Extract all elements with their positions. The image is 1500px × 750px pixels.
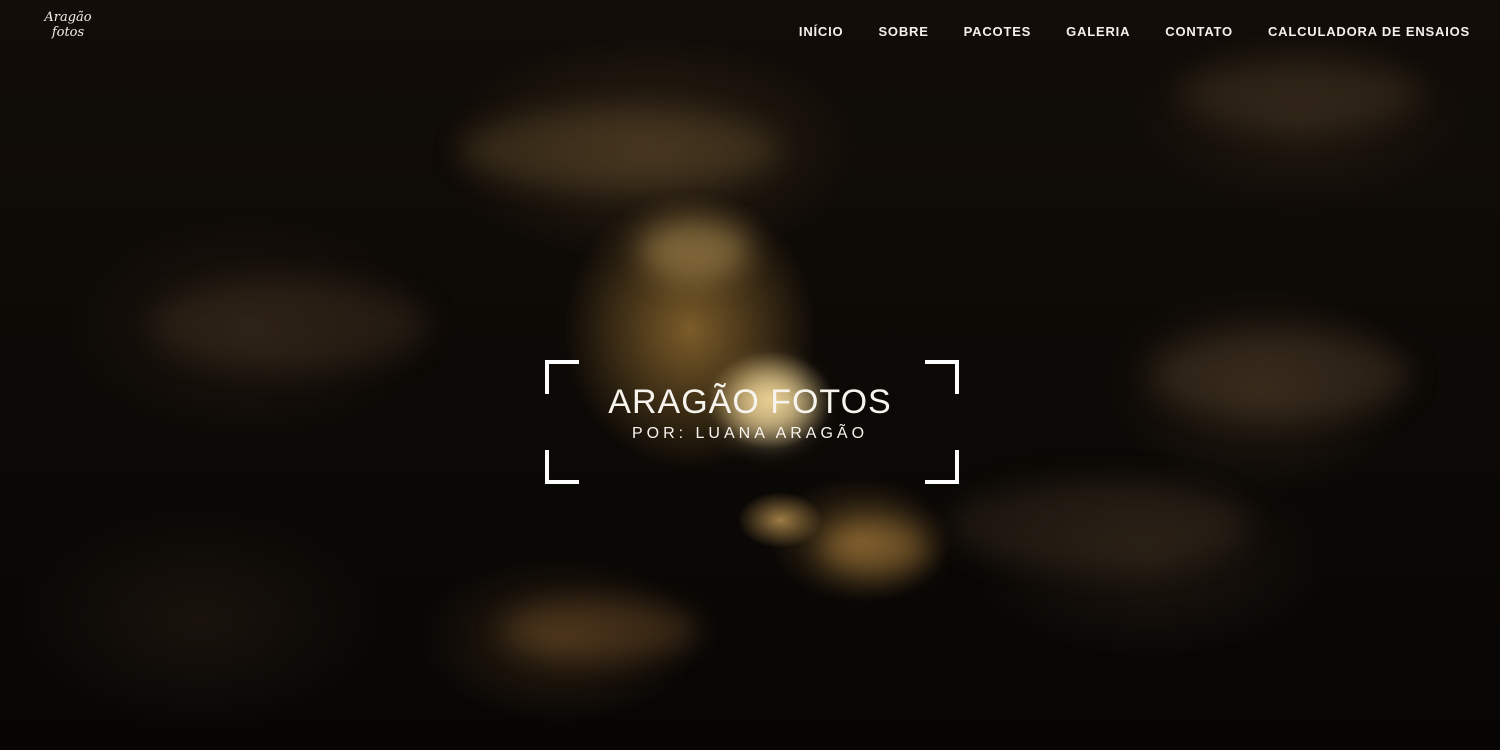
hero-title-frame: ARAGÃO FOTOS POR: LUANA ARAGÃO — [545, 360, 959, 484]
bokeh-light — [150, 280, 430, 370]
logo-line-1: Aragão — [44, 10, 92, 25]
main-navigation: INÍCIO SOBRE PACOTES GALERIA CONTATO CAL… — [799, 20, 1470, 42]
frame-corner-bottom-right — [925, 450, 959, 484]
hero-subtitle: POR: LUANA ARAGÃO — [631, 425, 869, 442]
bokeh-light — [1180, 60, 1420, 130]
bokeh-light — [1150, 330, 1410, 420]
frame-corner-bottom-left — [545, 450, 579, 484]
bokeh-light — [460, 110, 780, 190]
site-logo[interactable]: Aragão fotos — [40, 10, 96, 40]
logo-line-2: fotos — [51, 25, 85, 40]
bokeh-light — [820, 520, 930, 575]
hero-title: ARAGÃO FOTOS — [608, 383, 892, 421]
bokeh-light — [950, 480, 1250, 570]
nav-link-inicio[interactable]: INÍCIO — [799, 24, 844, 39]
nav-link-pacotes[interactable]: PACOTES — [964, 24, 1031, 39]
nav-link-calculadora-de-ensaios[interactable]: CALCULADORA DE ENSAIOS — [1268, 24, 1470, 39]
nav-link-galeria[interactable]: GALERIA — [1066, 24, 1130, 39]
nav-link-contato[interactable]: CONTATO — [1165, 24, 1233, 39]
bokeh-light — [640, 220, 750, 280]
nav-link-sobre[interactable]: SOBRE — [878, 24, 928, 39]
bokeh-light — [500, 600, 700, 660]
